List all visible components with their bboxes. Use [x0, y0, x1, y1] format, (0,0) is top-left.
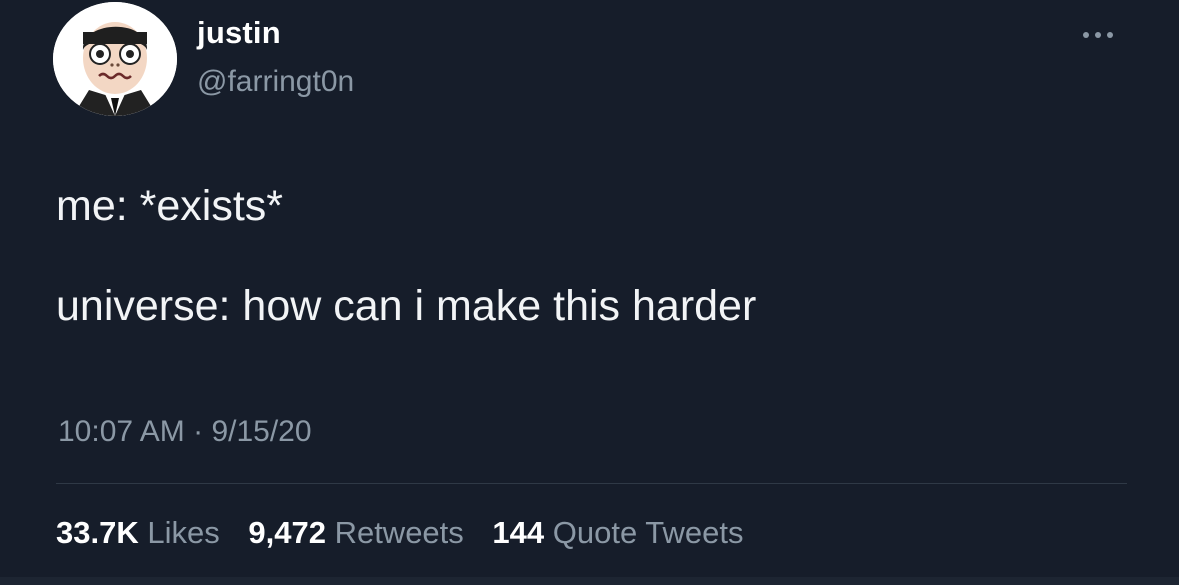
tweet-text-line: me: *exists*: [56, 182, 284, 230]
tweet-text-line: universe: how can i make this harder: [56, 282, 757, 330]
engagement-stats: 33.7K Likes 9,472 Retweets 144 Quote Twe…: [56, 513, 764, 553]
dot-icon: [1107, 32, 1113, 38]
likes-label: Likes: [147, 515, 220, 550]
quote-tweets-count: 144: [492, 515, 545, 550]
timestamp-separator: ·: [193, 415, 204, 448]
avatar-face-icon: [53, 2, 177, 116]
display-name[interactable]: justin: [197, 14, 281, 52]
tweet-time: 10:07 AM: [58, 415, 185, 448]
tweet-timestamp[interactable]: 10:07 AM · 9/15/20: [58, 414, 312, 450]
divider: [56, 483, 1127, 484]
avatar[interactable]: [53, 2, 177, 116]
more-options-icon[interactable]: [1077, 22, 1119, 46]
likes-stat[interactable]: 33.7K Likes: [56, 513, 220, 553]
likes-count: 33.7K: [56, 515, 139, 550]
user-handle[interactable]: @farringt0n: [197, 64, 354, 100]
retweets-label: Retweets: [334, 515, 464, 550]
quote-tweets-stat[interactable]: 144 Quote Tweets: [492, 513, 743, 553]
tweet-date: 9/15/20: [211, 415, 312, 448]
retweets-stat[interactable]: 9,472 Retweets: [248, 513, 463, 553]
bottom-divider: [0, 577, 1179, 585]
tweet-card: justin @farringt0n me: *exists* universe…: [0, 0, 1179, 585]
retweets-count: 9,472: [248, 515, 326, 550]
dot-icon: [1083, 32, 1089, 38]
dot-icon: [1095, 32, 1101, 38]
quote-tweets-label: Quote Tweets: [552, 515, 744, 550]
